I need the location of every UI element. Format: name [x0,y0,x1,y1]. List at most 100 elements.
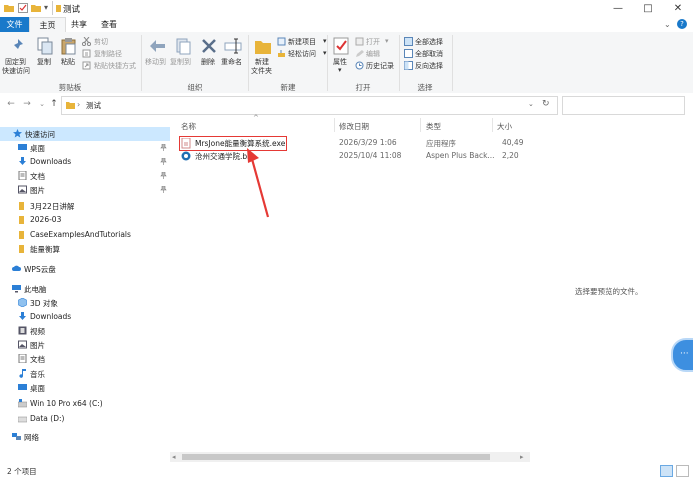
address-dropdown-chevron-icon[interactable]: ⌄ [528,100,534,108]
paste-button[interactable]: 粘贴 [58,35,80,79]
new-folder-button[interactable]: 新建 文件夹 [250,35,276,79]
rename-label: 重命名 [221,58,242,66]
up-arrow-icon[interactable]: ↑ [49,99,59,109]
properties-button[interactable]: 属性 ▾ [330,35,352,79]
open-label: 打开 [366,38,380,46]
column-header-type[interactable]: 类型 [426,121,441,132]
pin-icon[interactable] [160,144,167,151]
pin-icon[interactable] [160,158,167,165]
breadcrumb-separator: › [77,100,81,109]
nav-item-pictures[interactable]: 图片 [0,338,170,352]
new-item-label: 新建项目 [288,38,316,46]
tab-home[interactable]: 主页 [29,17,66,33]
help-icon[interactable]: ? [677,19,687,29]
scroll-left-arrow-icon[interactable]: ◂ [172,453,176,461]
nav-item-folder[interactable]: 3月22日讲解 [0,199,170,213]
tab-view[interactable]: 查看 [94,17,124,32]
nav-quick-access[interactable]: 快速访问 [0,127,170,141]
details-view-icon[interactable] [660,465,673,477]
column-divider[interactable] [492,118,493,132]
file-type: 应用程序 [426,139,456,148]
nav-item-folder[interactable]: 2026-03 [0,213,170,227]
nav-item-music[interactable]: 音乐 [0,367,170,381]
column-divider[interactable] [334,118,335,132]
column-divider[interactable] [420,118,421,132]
nav-item-desktop[interactable]: 桌面 [0,381,170,395]
pin-icon [9,37,27,55]
nav-item-folder[interactable]: 能量衡算 [0,242,170,256]
sort-up-chevron-icon: ^ [253,114,259,122]
pin-icon[interactable] [160,186,167,193]
new-item-chevron-icon: ▾ [323,37,327,45]
horizontal-scrollbar[interactable]: ◂ ▸ [170,452,530,462]
large-icons-view-icon[interactable] [676,465,689,477]
nav-item-documents[interactable]: 文档 [0,169,170,183]
tab-share[interactable]: 共享 [64,17,94,32]
tab-file[interactable]: 文件 [0,17,29,32]
ribbon-collapse-chevron-icon[interactable]: ⌄ [664,20,671,29]
new-folder-label-line2: 文件夹 [251,67,272,75]
nav-item-label: 音乐 [30,370,45,379]
file-date: 2026/3/29 1:06 [339,138,397,147]
forward-arrow-icon[interactable]: → [22,99,32,109]
nav-item-desktop[interactable]: 桌面 [0,141,170,155]
column-header-date[interactable]: 修改日期 [339,121,369,132]
pin-icon[interactable] [160,172,167,179]
new-folder-quick-icon[interactable] [31,3,41,13]
easy-access-icon [277,49,286,58]
nav-item-folder[interactable]: CaseExamplesAndTutorials [0,228,170,242]
nav-item-3d-objects[interactable]: 3D 对象 [0,296,170,310]
nav-item-documents[interactable]: 文档 [0,352,170,366]
nav-item-pictures[interactable]: 图片 [0,183,170,197]
star-icon [13,129,22,138]
floating-assistant-button[interactable]: ··· [671,338,693,372]
folder-icon [4,3,14,13]
nav-item-label: Downloads [30,157,72,166]
nav-item-downloads[interactable]: Downloads [0,155,170,169]
rename-button[interactable]: 重命名 [221,35,245,79]
back-arrow-icon[interactable]: ← [6,99,16,109]
item-count: 2 个项目 [7,467,37,476]
column-header-size[interactable]: 大小 [497,121,512,132]
close-button[interactable]: ✕ [663,0,693,17]
refresh-icon[interactable]: ↻ [542,99,550,109]
folder-icon [18,215,27,224]
easy-access-label: 轻松访问 [288,50,316,58]
column-header-name[interactable]: 名称 [181,121,196,132]
properties-check-icon[interactable] [18,3,28,13]
minimize-button[interactable]: — [603,0,633,17]
file-size: 2,20 [502,151,519,160]
select-none-label: 全部取消 [415,50,443,58]
nav-this-pc[interactable]: 此电脑 [0,282,170,296]
nav-network[interactable]: 网络 [0,430,170,444]
table-row[interactable]: 沧州交通学院.bkp 2025/10/4 11:08 Aspen Plus Ba… [178,150,530,163]
window-title: 测试 [63,5,81,15]
nav-item-drive-c[interactable]: Win 10 Pro x64 (C:) [0,397,170,411]
scroll-right-arrow-icon[interactable]: ▸ [520,453,524,461]
copy-button[interactable]: 复制 [35,35,55,79]
delete-button[interactable]: 删除 [199,35,219,79]
address-bar[interactable]: › 测试 ⌄ ↻ [61,96,558,115]
document-icon [18,171,27,180]
open-icon [355,37,364,46]
open-chevron-icon: ▾ [385,37,389,45]
folder-icon [18,244,27,253]
move-to-button[interactable]: 移动到 [145,35,171,79]
maximize-button[interactable]: □ [633,0,663,17]
recent-chevron-icon[interactable]: ⌄ [37,99,47,109]
nav-item-videos[interactable]: 视频 [0,324,170,338]
nav-item-downloads[interactable]: Downloads [0,310,170,324]
nav-item-drive-d[interactable]: Data (D:) [0,412,170,426]
address-folder-icon [66,101,75,110]
breadcrumb-current[interactable]: 测试 [86,100,101,111]
title-folder-icon [56,3,62,13]
delete-label: 删除 [201,58,215,66]
nav-item-label: 视频 [30,327,45,336]
document-icon [18,354,27,363]
search-input[interactable] [562,96,685,115]
customize-chevron-icon[interactable]: ▾ [44,3,48,12]
scrollbar-thumb[interactable] [182,454,490,460]
pin-quick-access-button[interactable]: 固定到 快速访问 [2,35,34,79]
nav-wps-cloud[interactable]: WPS云盘 [0,262,170,276]
copy-to-button[interactable]: 复制到 [170,35,196,79]
